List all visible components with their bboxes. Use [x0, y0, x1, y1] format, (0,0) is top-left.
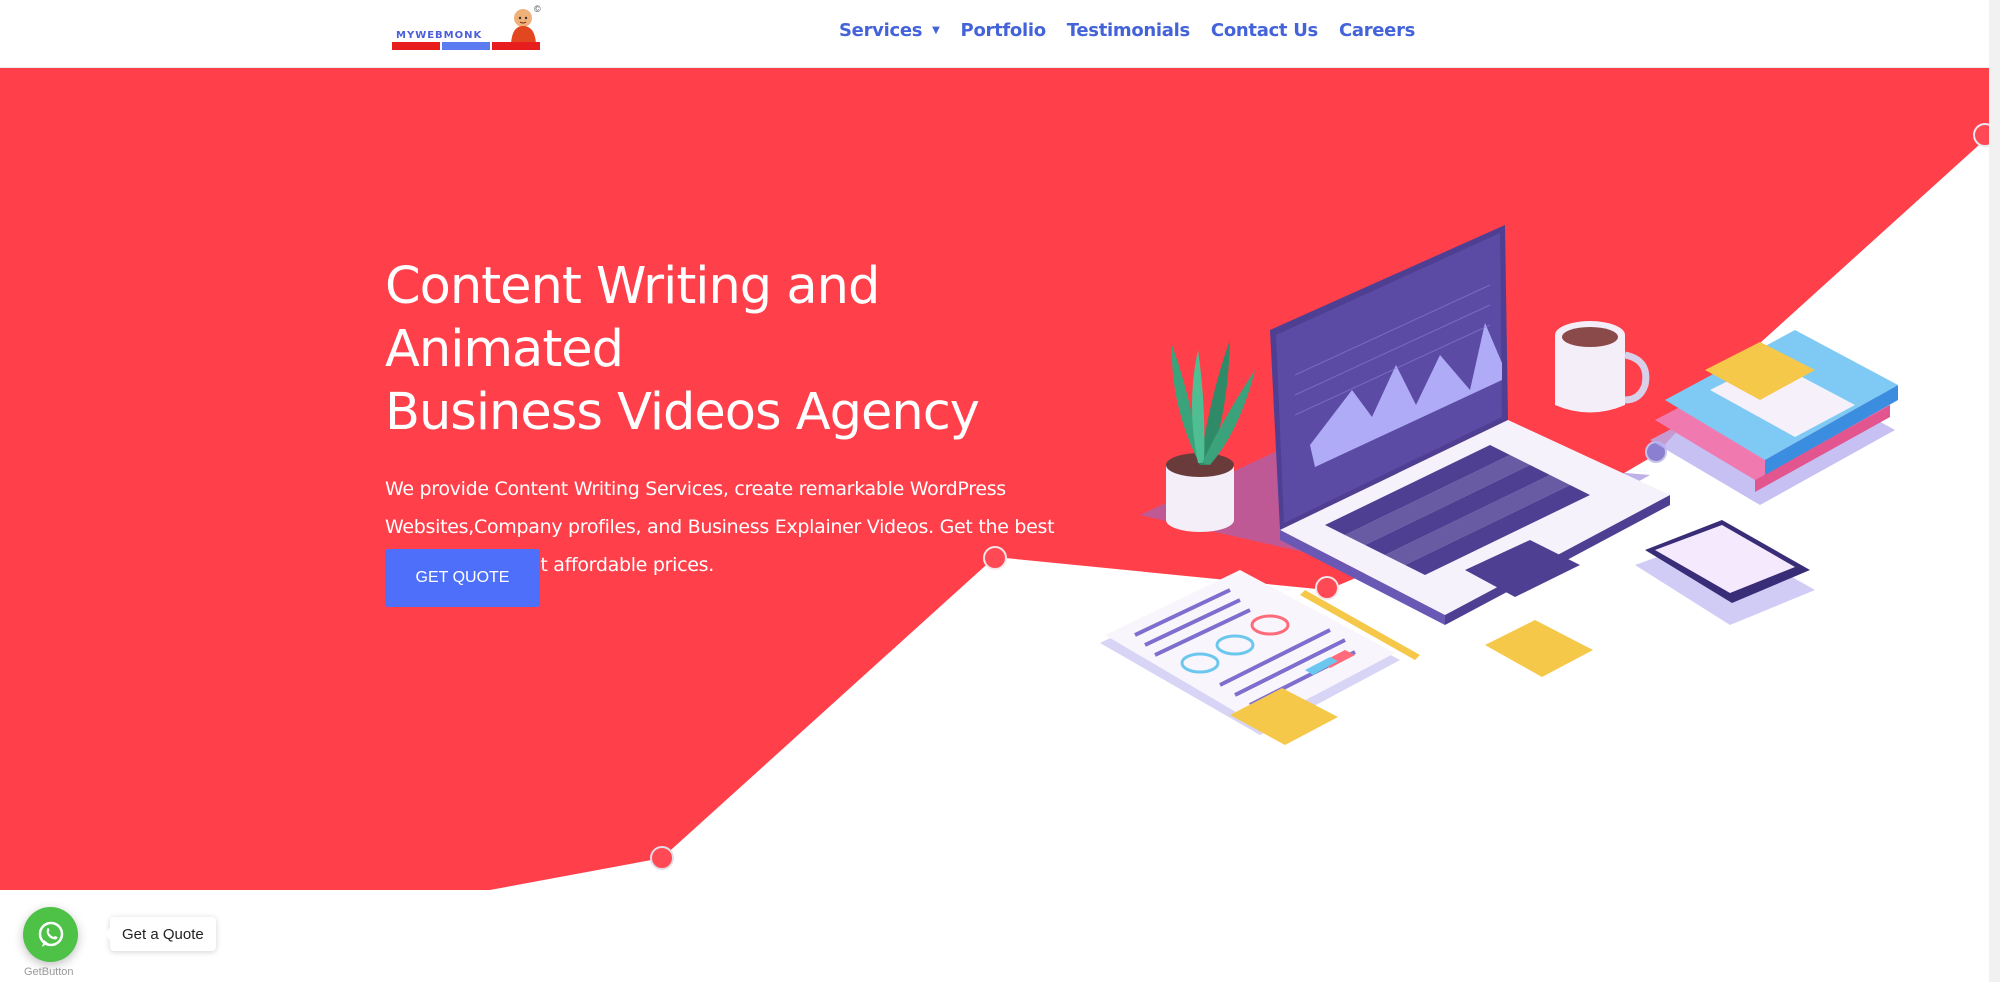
coffee-mug-icon [1555, 321, 1650, 413]
get-a-quote-tooltip[interactable]: Get a Quote [104, 917, 216, 951]
logo-mark: © [534, 4, 541, 14]
chevron-down-icon: ▼ [932, 25, 940, 36]
hero-title-line-2: Business Videos Agency [385, 383, 980, 442]
whatsapp-icon [38, 921, 63, 947]
logo-text: MYWEBMONK [396, 30, 483, 41]
hero-title: Content Writing and Animated Business Vi… [385, 255, 1105, 444]
nav-careers[interactable]: Careers [1339, 20, 1415, 41]
nav-portfolio[interactable]: Portfolio [961, 20, 1047, 41]
hero-node-dot [650, 846, 674, 870]
site-logo[interactable]: MYWEBMONK © [390, 4, 542, 50]
whatsapp-button[interactable] [23, 907, 78, 962]
laptop-icon [1270, 225, 1670, 625]
site-header: MYWEBMONK © Services ▼ Portfolio Testimo… [0, 0, 2000, 68]
getbutton-brand[interactable]: GetButton [24, 966, 74, 978]
nav-contact-us[interactable]: Contact Us [1211, 20, 1318, 41]
nav-services[interactable]: Services ▼ [839, 20, 940, 41]
nav-services-label: Services [839, 20, 923, 41]
hero-title-line-1: Content Writing and Animated [385, 257, 880, 379]
logo-bars [392, 42, 540, 50]
page-scrollbar[interactable] [1989, 0, 2000, 982]
get-quote-button[interactable]: GET QUOTE [385, 549, 540, 607]
books-icon [1650, 330, 1898, 505]
hero-content: Content Writing and Animated Business Vi… [385, 255, 1105, 584]
sticky-note-icon [1485, 620, 1593, 677]
main-nav: Services ▼ Portfolio Testimonials Contac… [839, 20, 1415, 41]
phone-icon [1635, 520, 1815, 625]
nav-testimonials[interactable]: Testimonials [1067, 20, 1190, 41]
workspace-illustration [1100, 225, 1898, 745]
